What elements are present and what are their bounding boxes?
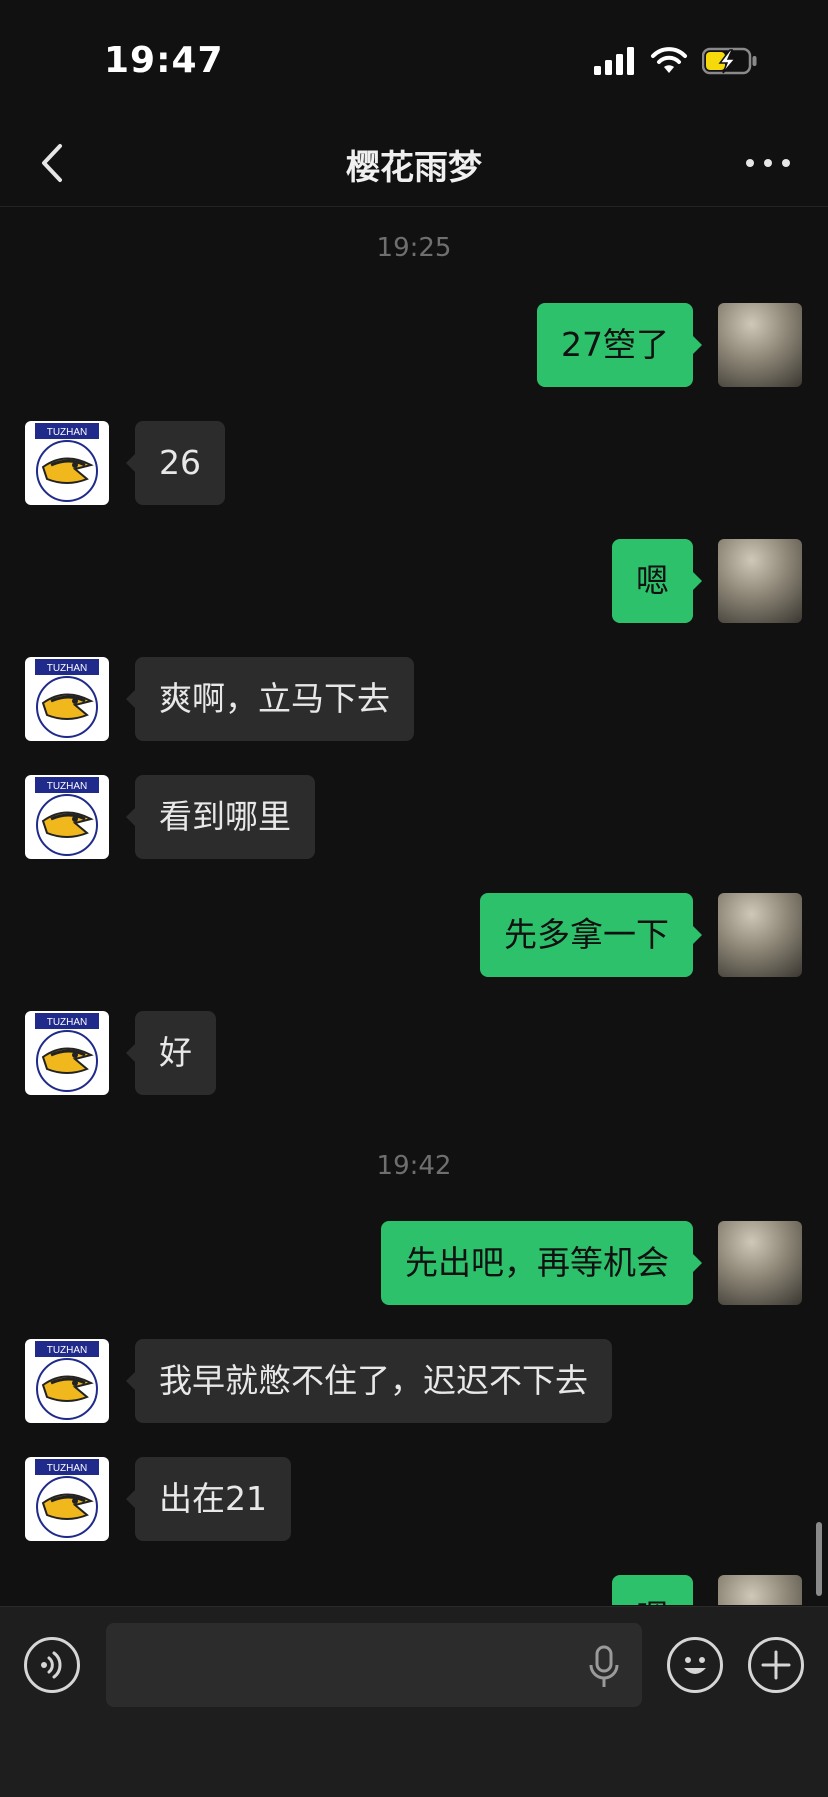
emoji-icon — [684, 1657, 706, 1674]
outgoing-message[interactable]: 27箜了 — [537, 303, 702, 387]
outgoing-message[interactable]: 先多拿一下 — [480, 893, 702, 977]
eagle-logo-icon: TUZHAN — [35, 1013, 99, 1092]
battery-icon — [702, 47, 757, 75]
outgoing-message[interactable]: 嗯 — [612, 539, 702, 623]
add-button[interactable] — [748, 1637, 804, 1693]
my-avatar[interactable] — [718, 893, 802, 977]
mic-icon[interactable] — [586, 1645, 622, 1689]
avatar-label: TUZHAN — [47, 427, 88, 438]
contact-avatar[interactable]: TUZHAN — [25, 1011, 109, 1095]
status-time: 19:47 — [104, 40, 224, 81]
status-bar: 19:47 — [0, 0, 828, 120]
contact-avatar[interactable]: TUZHAN — [25, 421, 109, 505]
incoming-message[interactable]: 26 — [126, 421, 225, 505]
signal-icon — [594, 47, 634, 75]
contact-avatar[interactable]: TUZHAN — [25, 1457, 109, 1541]
incoming-message[interactable]: 看到哪里 — [126, 775, 315, 859]
eagle-logo-icon: TUZHAN — [35, 777, 99, 856]
outgoing-message[interactable]: 嗯 — [612, 1575, 693, 1605]
contact-avatar[interactable]: TUZHAN — [25, 775, 109, 859]
incoming-message[interactable]: 爽啊，立马下去 — [126, 657, 414, 741]
avatar-label: TUZHAN — [47, 1017, 88, 1028]
eagle-logo-icon: TUZHAN — [35, 659, 99, 738]
my-avatar[interactable] — [718, 303, 802, 387]
timestamp: 19:42 — [376, 1151, 452, 1181]
chat-title: 樱花雨梦 — [346, 148, 482, 188]
contact-avatar[interactable]: TUZHAN — [25, 1339, 109, 1423]
plus-icon — [761, 1650, 791, 1680]
eagle-logo-icon: TUZHAN — [35, 1341, 99, 1420]
input-bar — [0, 1606, 828, 1797]
avatar-label: TUZHAN — [47, 1463, 88, 1474]
voice-button[interactable] — [24, 1637, 80, 1693]
timestamp: 19:25 — [376, 233, 452, 263]
incoming-message[interactable]: 我早就憋不住了，迟迟不下去 — [126, 1339, 612, 1423]
emoji-button[interactable] — [667, 1637, 723, 1693]
my-avatar[interactable] — [718, 1221, 802, 1305]
voice-icon — [41, 1651, 62, 1679]
eagle-logo-icon: TUZHAN — [35, 423, 99, 502]
avatar-label: TUZHAN — [47, 781, 88, 792]
more-dots-icon[interactable] — [738, 138, 798, 188]
my-avatar[interactable] — [718, 1575, 802, 1605]
my-avatar[interactable] — [718, 539, 802, 623]
avatar-label: TUZHAN — [47, 663, 88, 674]
incoming-message[interactable]: 好 — [126, 1011, 216, 1095]
eagle-logo-icon: TUZHAN — [35, 1459, 99, 1538]
incoming-message[interactable]: 出在21 — [126, 1457, 291, 1541]
chat-area[interactable]: 19:25 27箜了 TUZHAN 26 嗯 TUZHAN 爽啊，立马下去 TU… — [0, 207, 828, 1605]
status-icons — [594, 44, 758, 78]
avatar-label: TUZHAN — [47, 1345, 88, 1356]
outgoing-message[interactable]: 先出吧，再等机会 — [381, 1221, 702, 1305]
contact-avatar[interactable]: TUZHAN — [25, 657, 109, 741]
message-input[interactable] — [106, 1623, 642, 1707]
nav-bar: 樱花雨梦 — [0, 120, 828, 207]
scrollbar[interactable] — [816, 1522, 822, 1596]
wifi-icon — [651, 47, 687, 73]
